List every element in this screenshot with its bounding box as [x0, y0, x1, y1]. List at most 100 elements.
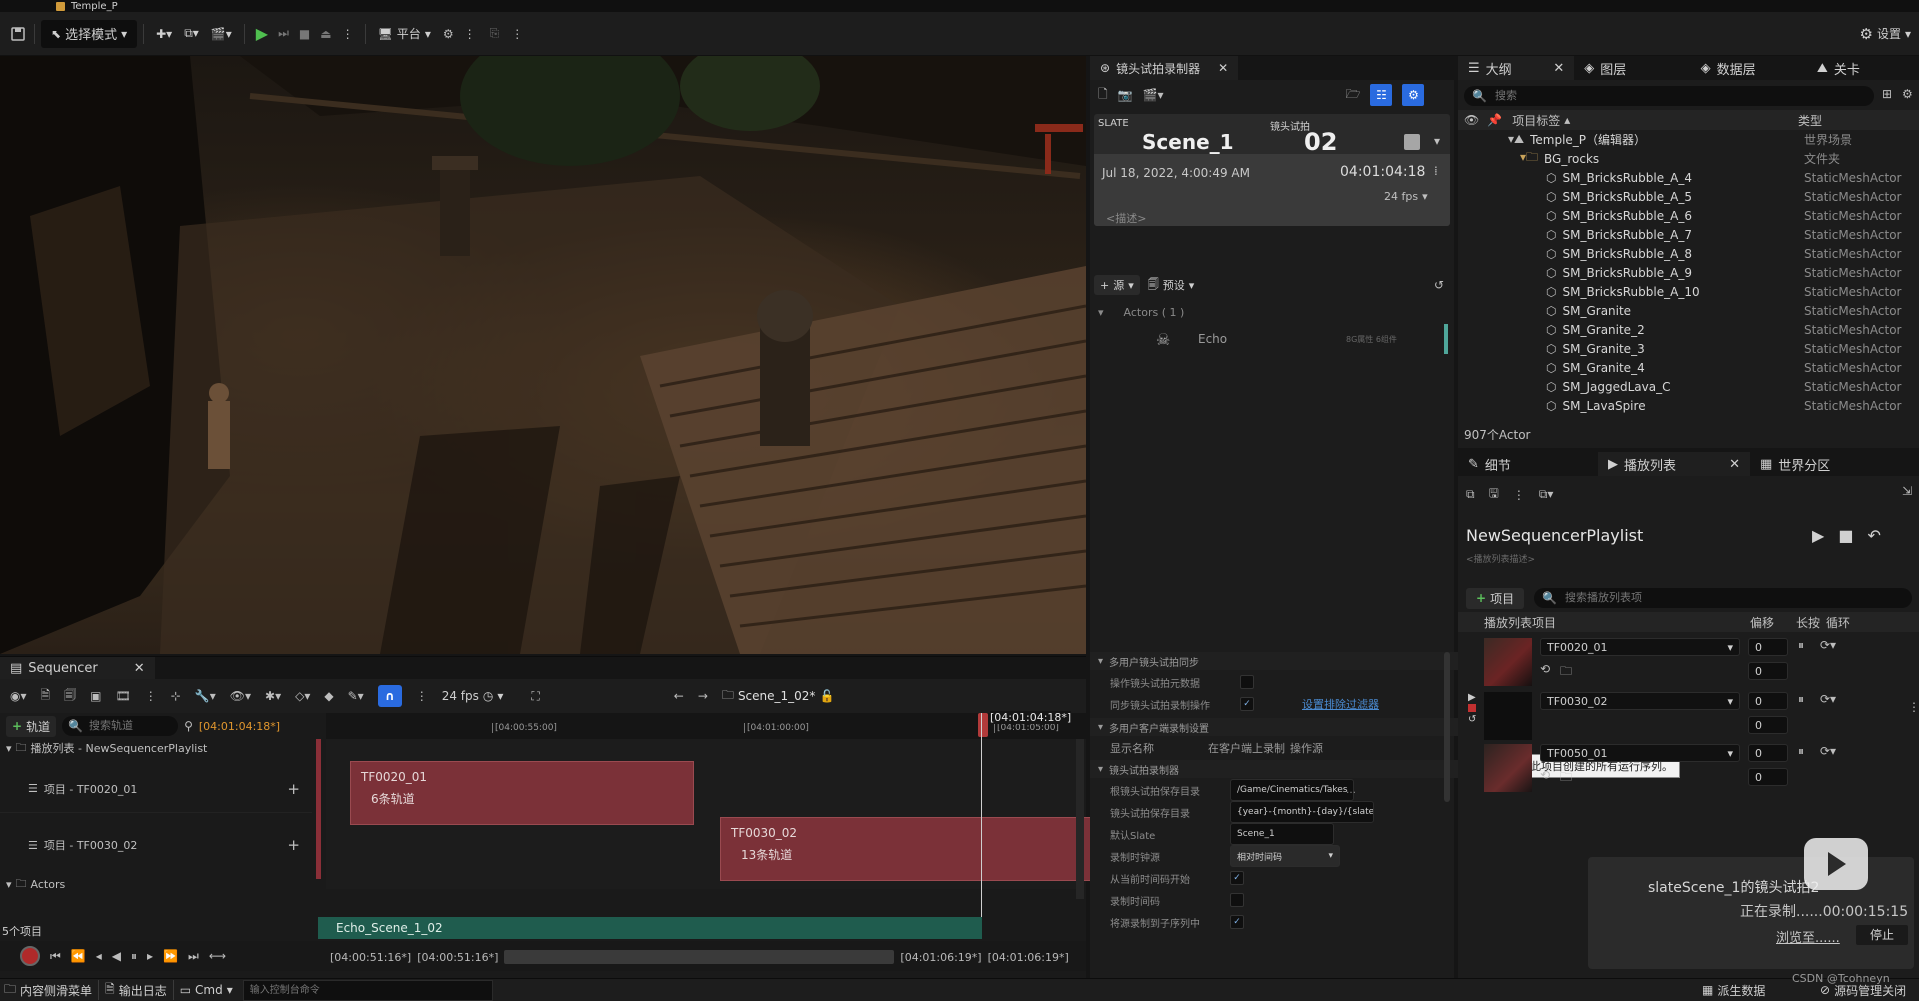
column-label[interactable]: 项目标签 [1512, 112, 1560, 129]
world-icon[interactable]: ◉▾ [10, 689, 27, 703]
root-dir-field[interactable]: /Game/Cinematics/Takes [1230, 779, 1354, 801]
jump-start-icon[interactable]: ⏮ [50, 949, 61, 964]
offset-field[interactable]: 0 [1748, 692, 1788, 710]
toast-browse-link[interactable]: 浏览至...... [1776, 927, 1840, 946]
add-track-button[interactable]: + 轨道 [6, 715, 57, 737]
close-icon[interactable]: ✕ [1218, 61, 1228, 75]
view-options-icon[interactable]: 👁▾ [230, 689, 251, 703]
record-timecode-checkbox[interactable] [1230, 893, 1244, 907]
offset-field[interactable]: 0 [1748, 638, 1788, 656]
section-multi-user-sync[interactable]: ▾ 多用户镜头试拍同步 [1090, 652, 1462, 670]
record-target-icon[interactable]: ⟲ [1540, 662, 1550, 676]
playlist-item-1[interactable]: TF0020_01 ▾ ⟲ 🗀 0 0 ⏸ ⟳▾ [1458, 638, 1919, 698]
more-icon[interactable]: ⋮ [1908, 700, 1919, 714]
expand-icon[interactable]: ▾ [6, 878, 12, 891]
take-description[interactable]: <描述> [1106, 210, 1146, 226]
settings-view-icon[interactable]: ⚙ [1402, 84, 1425, 106]
playlist-item-2[interactable]: ▶ ↺ TF0030_02 ▾ 0 0 ⏸ ⟳▾ ⋮ [1458, 692, 1919, 752]
outliner-actor-row[interactable]: ⬡ SM_BricksRubble_A_6 StaticMeshActor [1458, 206, 1919, 225]
console-input[interactable] [242, 979, 493, 1001]
camera-cut-icon[interactable]: 🎞 [116, 689, 131, 703]
pencil-icon[interactable]: ✎▾ [348, 689, 364, 703]
stop-icon[interactable]: ■ [1838, 526, 1853, 545]
clip-tf0020[interactable]: TF0020_01 6条轨道 [350, 761, 694, 825]
section-multi-user-client[interactable]: ▾ 多用户客户端录制设置 [1090, 718, 1462, 736]
track-drag-icon[interactable]: ☰ [28, 782, 38, 795]
outliner-actor-row[interactable]: ⬡ SM_BricksRubble_A_7 StaticMeshActor [1458, 225, 1919, 244]
preset-button[interactable]: 🗐 预设 ▾ [1148, 276, 1195, 295]
outliner-actor-row[interactable]: ⬡ SM_BricksRubble_A_5 StaticMeshActor [1458, 187, 1919, 206]
blueprint-button[interactable]: ⧉▾ [184, 26, 199, 41]
track-actors[interactable]: ▾ 🗀 Actors [0, 875, 322, 893]
track-item-2[interactable]: ☰ 项目 - TF0030_02 + [0, 821, 312, 869]
settings-button[interactable]: ⚙ 设置 ▾ [1860, 25, 1912, 43]
reset-item-icon[interactable]: ↺ [1468, 714, 1476, 725]
sequence-select[interactable]: TF0050_01 ▾ [1540, 744, 1740, 762]
hold-icon[interactable]: ⏸ [1798, 692, 1804, 707]
find-asset-icon[interactable]: 🗐 [64, 686, 76, 707]
project-launcher-icon[interactable]: ⚙ [443, 27, 454, 41]
take-metadata-checkbox[interactable] [1240, 675, 1254, 689]
outliner-actor-row[interactable]: ⬡ SM_Granite_2 StaticMeshActor [1458, 320, 1919, 339]
track-search[interactable]: 🔍 [62, 716, 179, 736]
current-time[interactable]: [04:01:04:18*] [199, 720, 280, 733]
playhead-handle[interactable] [978, 713, 988, 737]
arrow-left-icon[interactable]: ← [674, 689, 684, 703]
stop-item-icon[interactable] [1468, 704, 1476, 712]
outliner-folder-row[interactable]: ▾🗀 BG_rocks 文件夹 [1458, 149, 1919, 168]
mode-select-button[interactable]: ⬉ 选择模式 ▾ [41, 19, 138, 48]
browse-sequence-icon[interactable]: 🗀 [1560, 662, 1572, 683]
close-icon[interactable]: ✕ [1729, 457, 1740, 472]
add-item-button[interactable]: + 项目 [1466, 587, 1525, 609]
clock-source-select[interactable]: 相对时间码 ▾ [1230, 845, 1340, 867]
playlist-description[interactable]: <播放列表描述> [1466, 552, 1535, 565]
cinematics-button[interactable]: 🎬▾ [211, 27, 232, 41]
sequence-select[interactable]: TF0020_01 ▾ [1540, 638, 1740, 656]
tab-sequencer[interactable]: ▤ Sequencer ✕ [0, 657, 155, 679]
hold-field[interactable]: 0 [1748, 716, 1788, 734]
content-drawer-button[interactable]: 🗀 内容侧滑菜单 [4, 980, 92, 1001]
close-icon[interactable]: ✕ [134, 661, 145, 676]
step-back-icon[interactable]: ◂ [96, 949, 102, 963]
outliner-actor-row[interactable]: ⬡ SM_BricksRubble_A_4 StaticMeshActor [1458, 168, 1919, 187]
platforms-button[interactable]: 🖥 平台 ▾ [378, 25, 431, 42]
record-icon[interactable] [20, 946, 40, 966]
start-current-checkbox[interactable]: ✓ [1230, 871, 1244, 885]
reverse-play-icon[interactable]: ◀ [112, 949, 121, 963]
add-source-button[interactable]: + 源 ▾ [1094, 275, 1140, 295]
range-start[interactable]: [04:00:51:16*] [330, 951, 411, 964]
range-end[interactable]: [04:01:06:19*] [988, 951, 1069, 964]
track-drag-icon[interactable]: ☰ [28, 839, 38, 852]
more-icon[interactable]: … [1346, 785, 1356, 796]
render-movie-icon[interactable]: ▣ [90, 689, 101, 703]
add-filter-icon[interactable]: ⊞ [1882, 87, 1892, 101]
tab-take-recorder[interactable]: ⊛ 镜头试拍录制器 ✕ [1090, 56, 1239, 80]
props-scrollbar[interactable] [1444, 652, 1450, 802]
expand-icon[interactable]: ▾ [6, 742, 12, 755]
outliner-actor-row[interactable]: ⬡ SM_JaggedLava_C StaticMeshActor [1458, 377, 1919, 396]
next-key-icon[interactable]: ⏩ [163, 949, 178, 963]
step-icon[interactable]: ⏭ [278, 26, 289, 41]
playback-options-icon[interactable]: ✱▾ [265, 689, 281, 703]
open-playlist-icon[interactable]: ⧉ [1466, 487, 1475, 502]
take-fps[interactable]: 24 fps ▾ [1384, 190, 1428, 203]
key-filled-icon[interactable]: ◆ [324, 689, 333, 703]
snap-icon[interactable]: ∩ [377, 685, 402, 707]
hold-icon[interactable]: ⏸ [1798, 638, 1804, 653]
clip-tf0030[interactable]: TF0030_02 13条轨道 [720, 817, 1098, 881]
actors-header[interactable]: ▾ Actors ( 1 ) [1098, 306, 1184, 319]
default-slate-field[interactable]: Scene_1 [1230, 823, 1334, 845]
dock-icon[interactable]: ⇲ [1902, 484, 1912, 498]
take-value[interactable]: 02 [1304, 128, 1337, 156]
pin-icon[interactable]: 📌 [1487, 113, 1502, 127]
more-icon[interactable]: ⋮ [511, 27, 523, 41]
clip-echo[interactable]: Echo_Scene_1_02 [318, 917, 982, 939]
outliner-actor-row[interactable]: ⬡ SM_Granite StaticMeshActor [1458, 301, 1919, 320]
tab-details[interactable]: ✎ 细节 [1458, 451, 1598, 477]
prev-key-icon[interactable]: ⏪ [71, 949, 86, 963]
loop-icon[interactable]: ⟷ [209, 949, 226, 963]
eject-icon[interactable]: ⏏ [320, 27, 331, 41]
more-icon[interactable]: ⋮ [464, 27, 476, 41]
fps-select[interactable]: 24 fps ◷ ▾ [442, 689, 504, 703]
filter-icon[interactable]: ⚲ [184, 719, 193, 733]
